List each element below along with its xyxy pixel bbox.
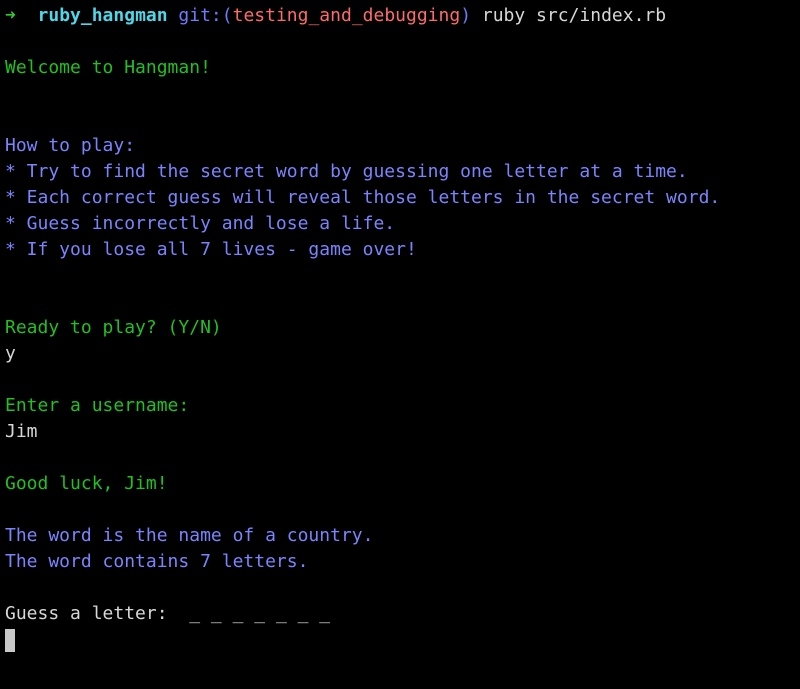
prompt-command: ruby src/index.rb: [481, 5, 667, 26]
how-to-heading: How to play:: [5, 135, 136, 156]
rule-line: * Guess incorrectly and lose a life.: [5, 213, 396, 234]
ready-question: Ready to play? (Y/N): [5, 317, 222, 338]
input-line[interactable]: [5, 627, 800, 653]
text-cursor[interactable]: [5, 629, 15, 652]
terminal-window[interactable]: ➜ ruby_hangman git:(testing_and_debuggin…: [0, 0, 800, 689]
ready-answer: y: [5, 343, 16, 364]
rule-line: * Try to find the secret word by guessin…: [5, 161, 688, 182]
shell-prompt-line: ➜ ruby_hangman git:(testing_and_debuggin…: [5, 3, 800, 29]
guess-label: Guess a letter:: [5, 603, 168, 624]
good-luck-message: Good luck, Jim!: [5, 473, 168, 494]
prompt-git-branch: testing_and_debugging: [232, 5, 461, 26]
category-hint: The word is the name of a country.: [5, 525, 374, 546]
prompt-arrow-icon: ➜: [5, 5, 16, 26]
username-answer: Jim: [5, 421, 38, 442]
prompt-git-close: ): [460, 5, 472, 26]
rule-line: * Each correct guess will reveal those l…: [5, 187, 721, 208]
prompt-git-label: git:(: [178, 5, 233, 26]
username-question: Enter a username:: [5, 395, 190, 416]
guess-prompt-line: Guess a letter: _ _ _ _ _ _ _: [5, 601, 800, 627]
prompt-directory: ruby_hangman: [37, 5, 168, 26]
rule-line: * If you lose all 7 lives - game over!: [5, 239, 417, 260]
welcome-message: Welcome to Hangman!: [5, 57, 211, 78]
word-blanks: _ _ _ _ _ _ _: [189, 603, 331, 624]
length-hint: The word contains 7 letters.: [5, 551, 309, 572]
